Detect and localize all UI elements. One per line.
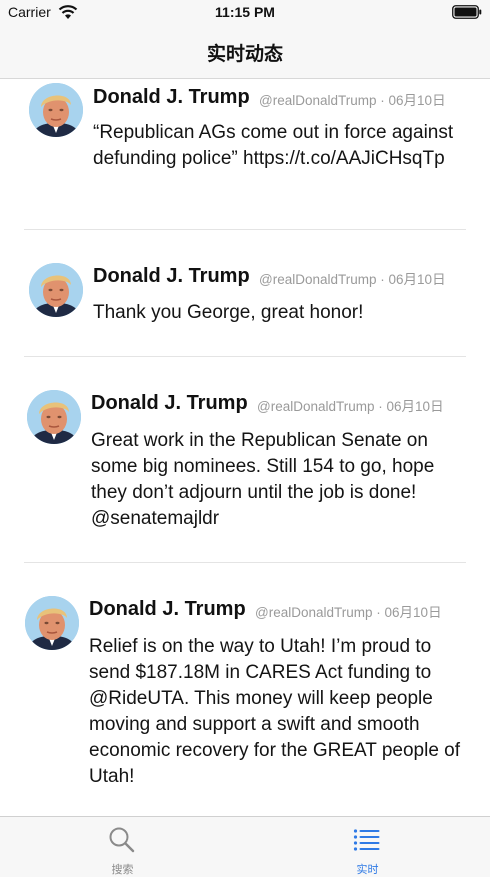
tab-realtime[interactable]: 实时 (245, 817, 490, 877)
status-bar: Carrier 11:15 PM (0, 0, 490, 24)
tweet-date: 06月10日 (388, 93, 446, 108)
meta-separator: · (376, 605, 381, 620)
tweet-divider (24, 562, 466, 563)
tab-label: 实时 (356, 864, 379, 876)
avatar-image (25, 596, 79, 650)
tweet-author-name[interactable]: Donald J. Trump (91, 392, 248, 415)
status-time: 11:15 PM (215, 4, 275, 20)
tab-label: 搜索 (111, 864, 134, 876)
tweet-author-name[interactable]: Donald J. Trump (93, 265, 250, 288)
list-icon (353, 829, 380, 851)
battery-icon (452, 5, 482, 19)
tweet-text: Thank you George, great honor! (93, 302, 364, 323)
navigation-bar: 实时动态 (0, 24, 490, 79)
page-title: 实时动态 (206, 44, 283, 65)
avatar-image (29, 83, 83, 137)
avatar[interactable] (29, 83, 83, 137)
tweet-handle[interactable]: @realDonaldTrump (259, 272, 377, 287)
search-icon (109, 827, 135, 853)
avatar-image (27, 390, 81, 444)
meta-separator: · (380, 93, 385, 108)
tweet-feed[interactable]: Donald J. Trump @realDonaldTrump · 06月10… (0, 79, 490, 816)
tweet-handle[interactable]: @realDonaldTrump (259, 93, 377, 108)
tab-search[interactable]: 搜索 (0, 817, 245, 877)
meta-separator: · (378, 399, 383, 414)
tweet-handle[interactable]: @realDonaldTrump (257, 399, 375, 414)
tweet-date: 06月10日 (388, 272, 446, 287)
meta-separator: · (380, 272, 385, 287)
avatar-image (29, 263, 83, 317)
avatar[interactable] (29, 263, 83, 317)
tweet-meta: @realDonaldTrump · 06月10日 (257, 395, 444, 415)
tweet-date: 06月10日 (384, 605, 442, 620)
tweet-divider (24, 229, 466, 230)
tweet-divider (24, 356, 466, 357)
tweet-text: Great work in the Republican Senate on s… (91, 430, 435, 529)
avatar[interactable] (27, 390, 81, 444)
tab-bar: 搜索 实时 (0, 816, 490, 877)
tweet-text: Relief is on the way to Utah! I’m proud … (89, 636, 461, 787)
tweet-handle[interactable]: @realDonaldTrump (255, 605, 373, 620)
tweet-author-name[interactable]: Donald J. Trump (93, 86, 250, 109)
tweet-text: “Republican AGs come out in force agains… (93, 122, 454, 169)
tweet-date: 06月10日 (386, 399, 444, 414)
avatar[interactable] (25, 596, 79, 650)
tweet-author-name[interactable]: Donald J. Trump (89, 598, 246, 621)
tweet-meta: @realDonaldTrump · 06月10日 (259, 268, 446, 288)
tweet-meta: @realDonaldTrump · 06月10日 (255, 601, 442, 621)
tweet-meta: @realDonaldTrump · 06月10日 (259, 89, 446, 109)
